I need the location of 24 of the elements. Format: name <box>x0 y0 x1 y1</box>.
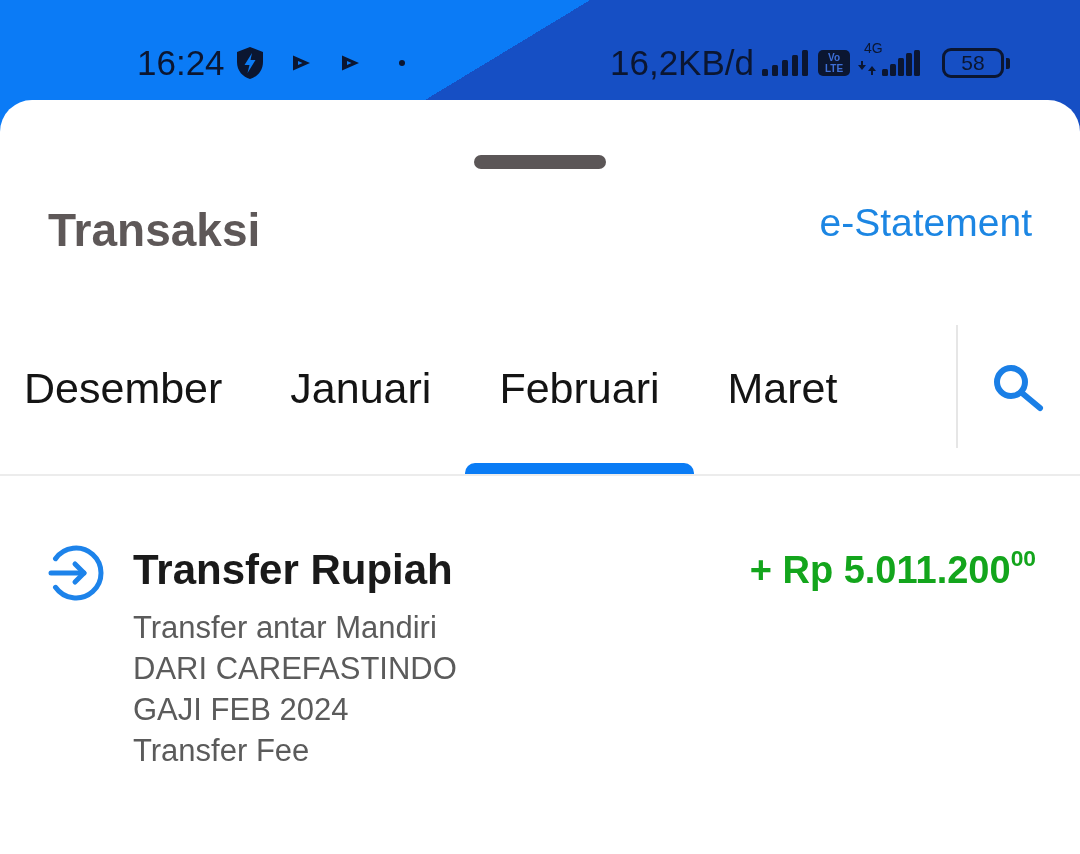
month-tab[interactable]: Maret <box>693 325 872 474</box>
volte-indicator: Vo LTE <box>818 50 850 76</box>
data-rate: 16,2KB/d <box>610 43 754 83</box>
transaction-detail: Transfer Fee <box>133 732 311 770</box>
play-icon <box>291 54 311 72</box>
month-tab[interactable]: Desember <box>0 325 257 474</box>
month-tab[interactable]: Januari <box>256 325 466 474</box>
page-title: Transaksi <box>48 203 261 257</box>
search-icon <box>993 364 1045 412</box>
transaction-title: Transfer Rupiah <box>133 545 454 595</box>
drag-handle[interactable] <box>474 155 606 169</box>
transaction-amount: + Rp 5.011.200$^{00}$ <box>749 545 1036 593</box>
clock-time: 16:24 <box>137 43 225 83</box>
shield-bolt-icon <box>234 46 265 80</box>
transaction-detail: DARI CAREFASTINDO <box>133 650 457 688</box>
play-icon <box>340 54 360 72</box>
e-statement-link[interactable]: e-Statement <box>819 201 1032 245</box>
transaction-detail: GAJI FEB 2024 <box>133 691 350 729</box>
month-tab[interactable]: Februari <box>465 325 694 474</box>
notification-dot-icon <box>398 60 405 66</box>
battery-indicator: 58 <box>942 48 1010 78</box>
transaction-detail: Transfer antar Mandiri <box>133 609 438 647</box>
network-type-label: 4G <box>864 41 883 56</box>
signal-icon <box>762 50 808 76</box>
